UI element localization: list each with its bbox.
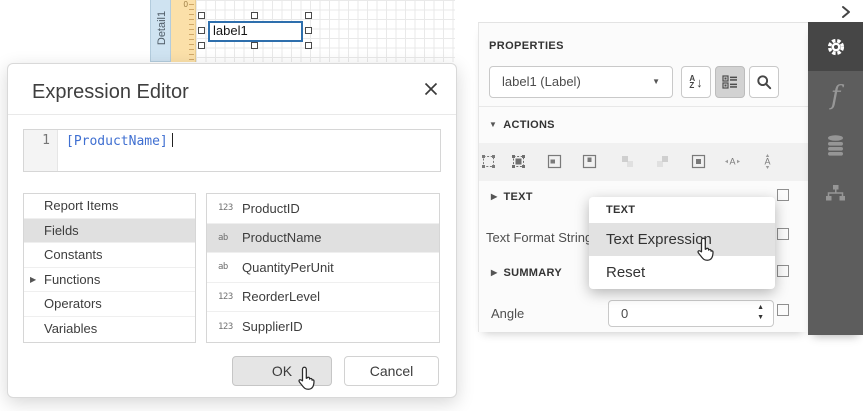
expression-editor-dialog: Expression Editor 1 [ProductName] Report… xyxy=(7,63,457,398)
ok-button[interactable]: OK xyxy=(232,356,332,386)
function-icon: f xyxy=(831,81,841,111)
text-format-string-label: Text Format String xyxy=(486,230,592,245)
search-icon xyxy=(756,74,772,90)
svg-text:A: A xyxy=(729,157,735,167)
dialog-title: Expression Editor xyxy=(32,81,189,104)
bring-to-front-icon[interactable] xyxy=(619,153,636,170)
context-menu-header: TEXT xyxy=(589,197,775,223)
sort-az-button[interactable]: AZ ↓ xyxy=(681,66,711,98)
search-button[interactable] xyxy=(749,66,779,98)
fit-to-container-icon[interactable] xyxy=(510,153,527,170)
field-item-reorderlevel[interactable]: 123 ReorderLevel xyxy=(207,283,439,313)
center-horizontally-icon[interactable] xyxy=(546,153,563,170)
expression-code-editor[interactable]: 1 [ProductName] xyxy=(23,129,441,172)
selection-handle-n[interactable] xyxy=(251,12,258,19)
tab-expressions[interactable]: f xyxy=(808,71,863,120)
chevron-down-icon: ▼ xyxy=(652,67,660,97)
spin-down-icon[interactable]: ▼ xyxy=(757,313,764,323)
field-list: 123 ProductID ab ProductName ab Quantity… xyxy=(206,193,440,343)
selection-handle-w[interactable] xyxy=(198,27,205,34)
fit-text-height-icon[interactable]: A xyxy=(759,153,776,170)
selection-handle-nw[interactable] xyxy=(198,12,205,19)
string-field-icon: ab xyxy=(218,233,242,243)
fit-text-width-icon[interactable]: A xyxy=(724,153,741,170)
actions-toolbar: A A xyxy=(479,143,808,181)
selection-handle-e[interactable] xyxy=(305,27,312,34)
selection-handle-se[interactable] xyxy=(305,42,312,49)
editor-code-line[interactable]: [ProductName] xyxy=(58,130,173,171)
expand-arrow-icon[interactable]: ▶ xyxy=(30,268,36,293)
angle-label: Angle xyxy=(491,306,524,321)
selection-handle-s[interactable] xyxy=(251,42,258,49)
category-list-icon xyxy=(722,74,738,90)
menu-item-text-expression[interactable]: Text Expression xyxy=(589,223,775,256)
section-summary[interactable]: ▶SUMMARY xyxy=(491,267,562,279)
designer-side-toolbar: f xyxy=(808,22,863,335)
cancel-button[interactable]: Cancel xyxy=(344,356,439,386)
expand-triangle-icon: ▶ xyxy=(491,192,497,201)
field-item-productid[interactable]: 123 ProductID xyxy=(207,194,439,224)
fit-bounds-icon[interactable] xyxy=(480,153,497,170)
ruler-origin-label: 0 xyxy=(184,0,188,9)
panel-divider xyxy=(479,106,808,107)
property-marker-text[interactable] xyxy=(777,189,789,201)
category-fields[interactable]: Fields xyxy=(24,219,195,244)
report-structure-icon xyxy=(825,184,846,204)
detail-band[interactable]: Detail1 xyxy=(150,0,171,62)
expand-triangle-icon: ▶ xyxy=(491,268,497,277)
svg-text:A: A xyxy=(764,157,770,167)
numeric-field-icon: 123 xyxy=(218,322,242,332)
category-report-items[interactable]: Report Items xyxy=(24,194,195,219)
angle-spinner[interactable]: 0 ▲ ▼ xyxy=(608,300,774,327)
properties-header: PROPERTIES xyxy=(489,40,564,52)
field-item-productname[interactable]: ab ProductName xyxy=(207,224,439,254)
category-constants[interactable]: Constants xyxy=(24,243,195,268)
field-item-supplierid[interactable]: 123 SupplierID xyxy=(207,312,439,342)
gear-icon xyxy=(824,35,848,59)
database-icon xyxy=(825,134,846,156)
section-actions[interactable]: ▼ACTIONS xyxy=(489,119,555,131)
property-marker-angle[interactable] xyxy=(777,304,789,316)
string-field-icon: ab xyxy=(218,262,242,272)
editor-line-number: 1 xyxy=(24,130,58,171)
tab-field-list[interactable] xyxy=(808,120,863,169)
dialog-divider xyxy=(8,114,456,115)
selection-handle-ne[interactable] xyxy=(305,12,312,19)
collapse-panel-chevron-icon[interactable] xyxy=(839,4,853,20)
property-marker-text-format-string[interactable] xyxy=(777,228,789,240)
band-ruler: 0 xyxy=(171,0,196,62)
category-operators[interactable]: Operators xyxy=(24,292,195,317)
numeric-field-icon: 123 xyxy=(218,292,242,302)
menu-item-reset[interactable]: Reset xyxy=(589,256,775,289)
section-text[interactable]: ▶TEXT xyxy=(491,191,533,203)
angle-value: 0 xyxy=(621,306,628,321)
object-selector-value: label1 (Label) xyxy=(502,74,581,89)
center-vertically-icon[interactable] xyxy=(581,153,598,170)
text-caret xyxy=(172,133,173,147)
selection-handle-sw[interactable] xyxy=(198,42,205,49)
collapse-triangle-icon: ▼ xyxy=(489,120,497,129)
property-marker-summary[interactable] xyxy=(777,265,789,277)
tab-properties[interactable] xyxy=(808,22,863,71)
label-control[interactable]: label1 xyxy=(208,21,303,42)
sort-az-icon: AZ ↓ xyxy=(689,75,702,90)
spinner-arrows[interactable]: ▲ ▼ xyxy=(757,303,764,323)
send-to-back-icon[interactable] xyxy=(654,153,671,170)
group-by-category-button[interactable] xyxy=(715,66,745,98)
field-item-quantityperunit[interactable]: ab QuantityPerUnit xyxy=(207,253,439,283)
spin-up-icon[interactable]: ▲ xyxy=(757,303,764,313)
category-list: Report Items Fields Constants ▶ Function… xyxy=(23,193,196,343)
text-context-menu: TEXT Text Expression Reset xyxy=(589,197,775,289)
object-selector-dropdown[interactable]: label1 (Label) ▼ xyxy=(489,66,673,98)
close-icon[interactable] xyxy=(423,81,439,97)
numeric-field-icon: 123 xyxy=(218,203,242,213)
category-variables[interactable]: Variables xyxy=(24,317,195,342)
category-functions[interactable]: ▶ Functions xyxy=(24,268,195,293)
expression-text: [ProductName] xyxy=(66,134,168,149)
tab-report-explorer[interactable] xyxy=(808,169,863,218)
detail-band-label: Detail1 xyxy=(156,0,168,57)
center-in-container-icon[interactable] xyxy=(690,153,707,170)
